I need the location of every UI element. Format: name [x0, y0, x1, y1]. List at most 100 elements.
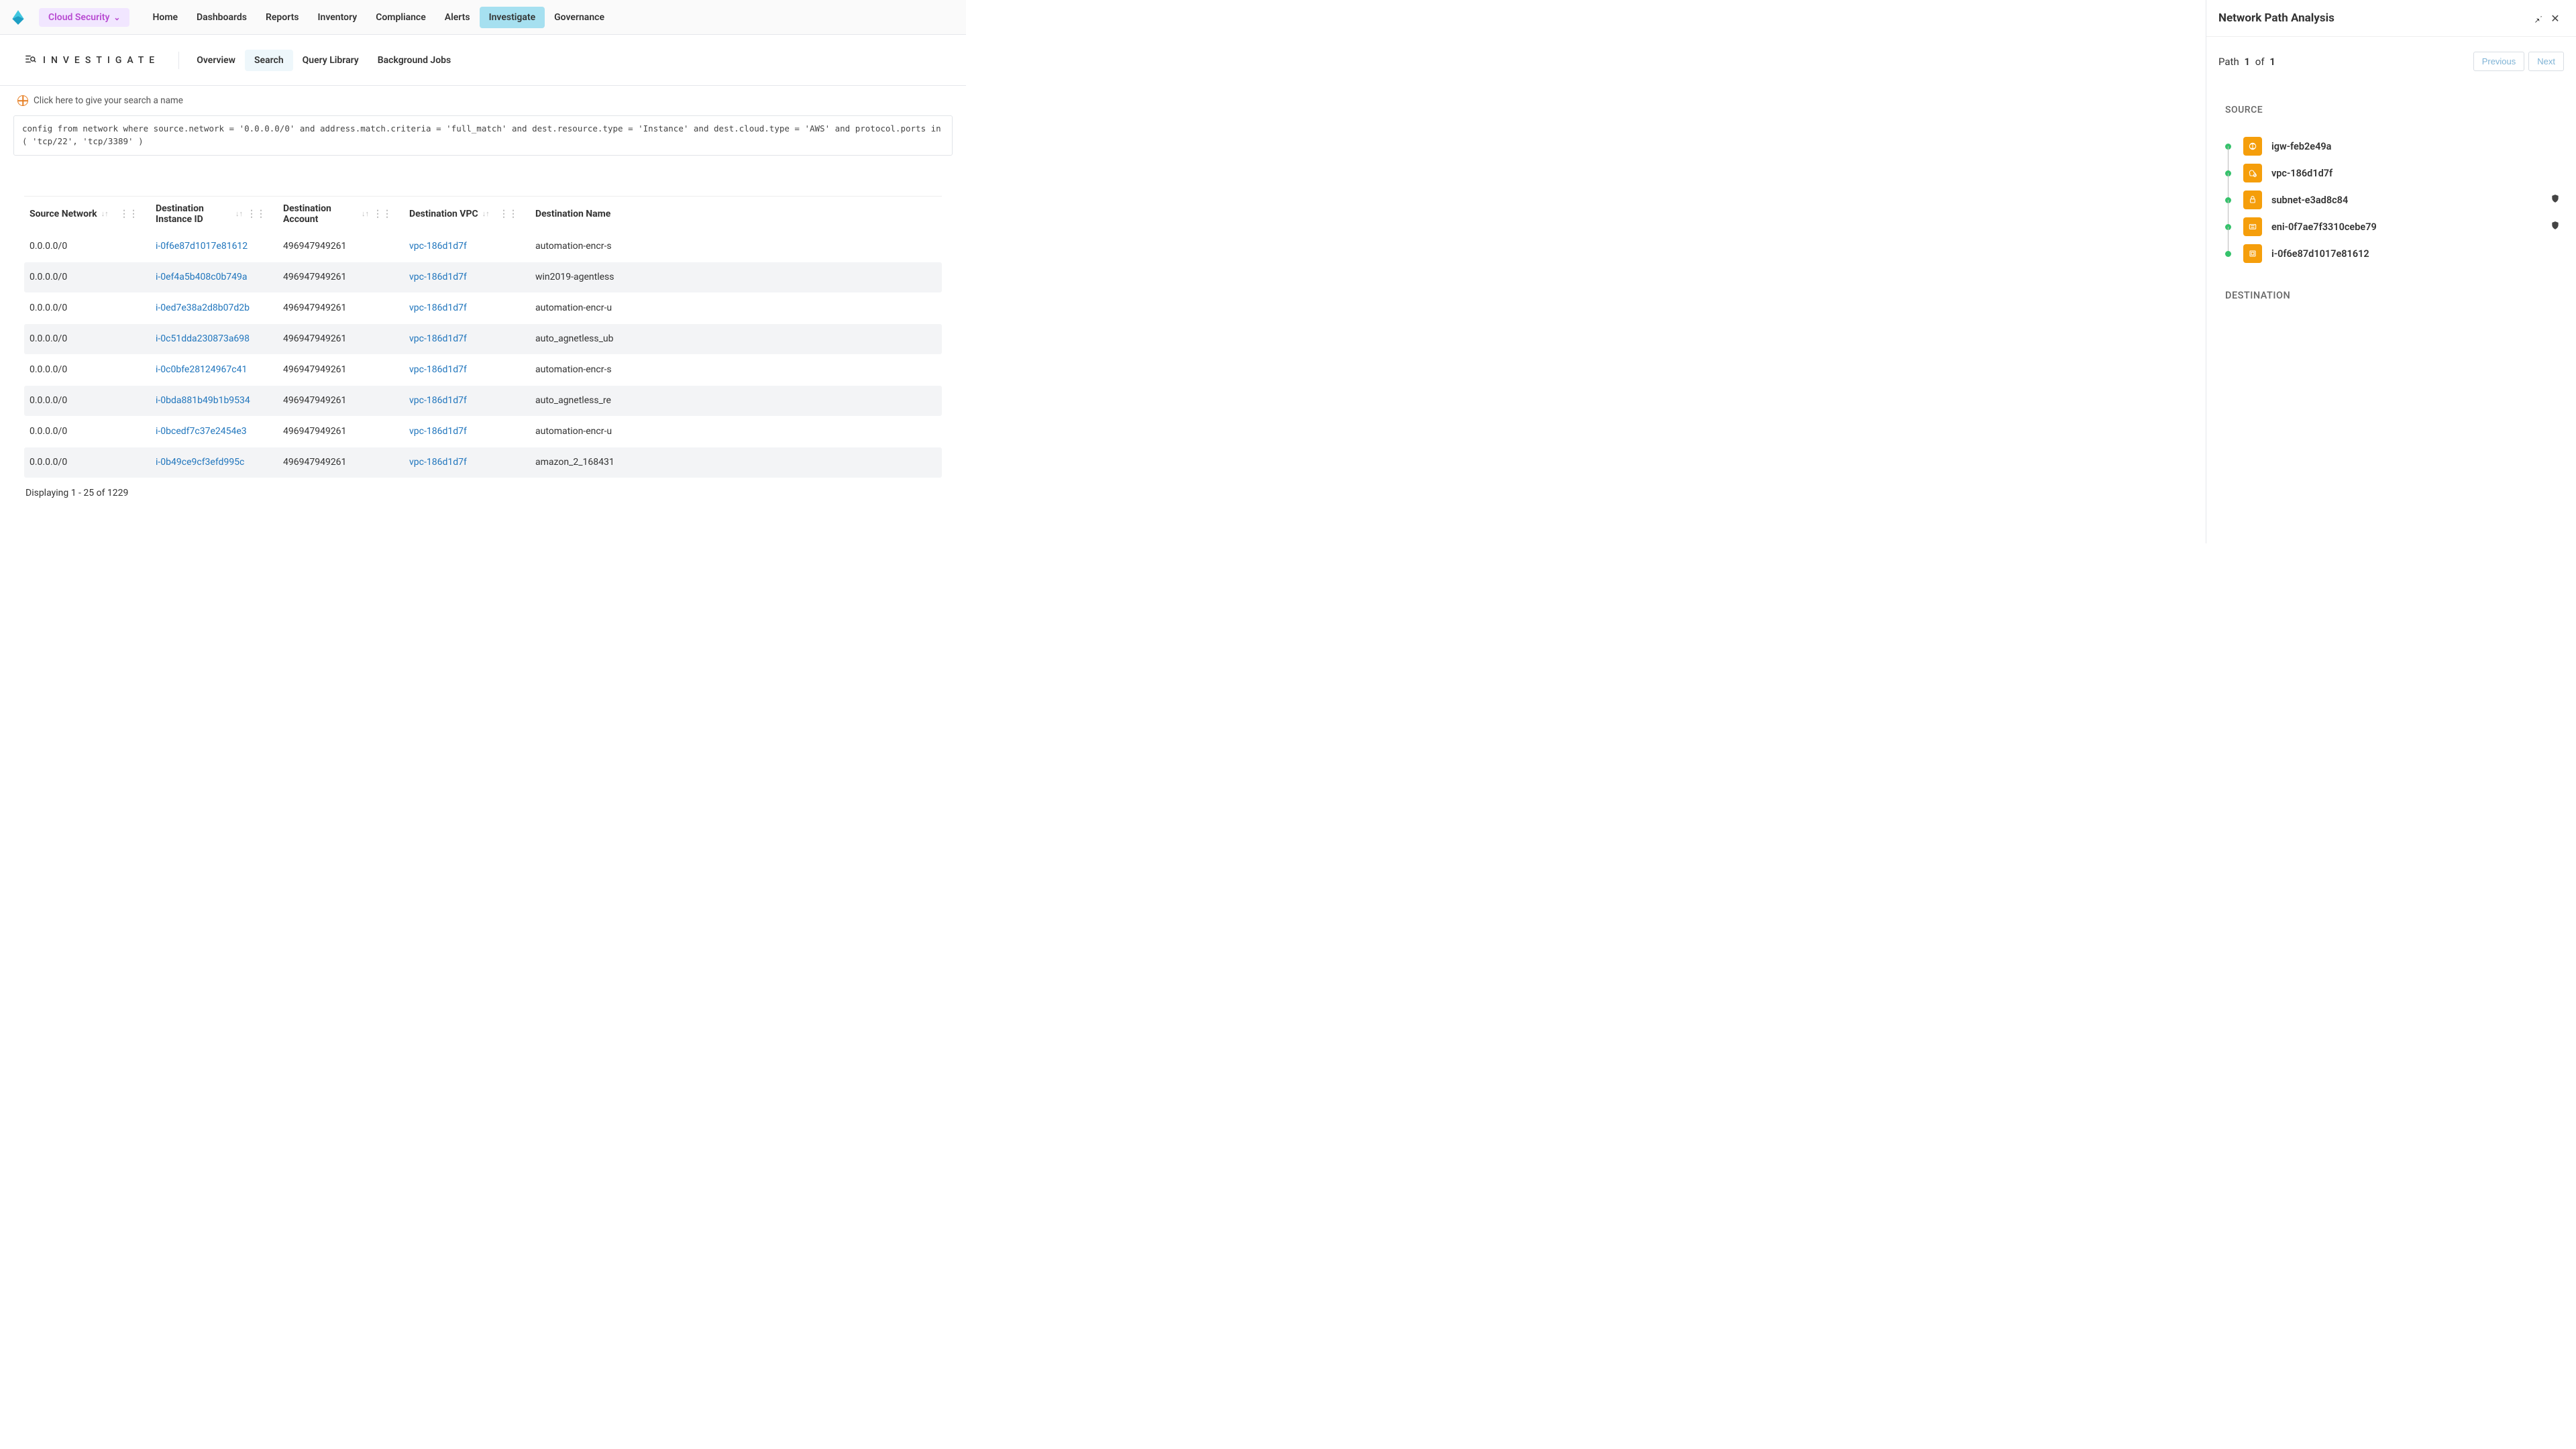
cell-source-network: 0.0.0.0/0 [24, 457, 150, 468]
nav-home[interactable]: Home [143, 7, 187, 28]
cell-source-network: 0.0.0.0/0 [24, 364, 150, 375]
resource-name: subnet-e3ad8c84 [2271, 195, 2545, 206]
nav-investigate[interactable]: Investigate [480, 7, 545, 28]
status-dot-icon [2225, 251, 2231, 257]
path-node[interactable]: igw-feb2e49a [2225, 133, 2560, 160]
eni-icon [2243, 217, 2262, 236]
drag-handle-icon[interactable]: ⋮⋮ [119, 209, 145, 219]
page-context: INVESTIGATE [24, 53, 160, 68]
cell-name: amazon_2_168431 [530, 457, 942, 468]
panel-title: Network Path Analysis [2218, 11, 2529, 25]
cell-instance-link[interactable]: i-0bda881b49b1b9534 [150, 395, 278, 406]
cell-instance-link[interactable]: i-0c0bfe28124967c41 [150, 364, 278, 375]
tab-query-library[interactable]: Query Library [293, 50, 368, 71]
path-controls: Path 1 of 1 Previous Next [2206, 37, 2576, 78]
cell-vpc-link[interactable]: vpc-186d1d7f [404, 241, 530, 252]
sub-header: INVESTIGATE OverviewSearchQuery LibraryB… [0, 35, 966, 86]
table-row[interactable]: 0.0.0.0/0i-0ed7e38a2d8b07d2b496947949261… [24, 293, 942, 323]
sort-icon: ↓↑ [101, 209, 109, 218]
resource-name: i-0f6e87d1017e81612 [2271, 248, 2560, 260]
sort-icon: ↓↑ [482, 209, 490, 218]
next-button[interactable]: Next [2528, 52, 2564, 71]
previous-button[interactable]: Previous [2473, 52, 2525, 71]
table-header: Source Network↓↑⋮⋮ Destination Instance … [24, 196, 942, 231]
table-row[interactable]: 0.0.0.0/0i-0b49ce9cf3efd995c496947949261… [24, 447, 942, 478]
cell-instance-link[interactable]: i-0f6e87d1017e81612 [150, 241, 278, 252]
top-nav: Cloud Security ⌄ HomeDashboardsReportsIn… [0, 0, 966, 35]
column-header-destination-account[interactable]: Destination Account↓↑⋮⋮ [278, 197, 404, 231]
destination-label: DESTINATION [2225, 290, 2560, 301]
nav-dashboards[interactable]: Dashboards [187, 7, 256, 28]
path-node[interactable]: eni-0f7ae7f3310cebe79 [2225, 213, 2560, 240]
table-row[interactable]: 0.0.0.0/0i-0f6e87d1017e81612496947949261… [24, 231, 942, 262]
nav-compliance[interactable]: Compliance [366, 7, 435, 28]
cell-name: automation-encr-u [530, 303, 942, 313]
nav-inventory[interactable]: Inventory [309, 7, 367, 28]
column-header-destination-name[interactable]: Destination Name [530, 202, 942, 226]
vpc-icon [2243, 164, 2262, 182]
tab-search[interactable]: Search [245, 50, 293, 71]
cell-source-network: 0.0.0.0/0 [24, 303, 150, 313]
product-switcher[interactable]: Cloud Security ⌄ [39, 8, 129, 27]
cell-account: 496947949261 [278, 395, 404, 406]
nav-reports[interactable]: Reports [256, 7, 309, 28]
path-counter: Path 1 of 1 [2218, 56, 2278, 68]
sort-icon: ↓↑ [235, 209, 243, 218]
nav-alerts[interactable]: Alerts [435, 7, 480, 28]
cell-source-network: 0.0.0.0/0 [24, 395, 150, 406]
resource-name: eni-0f7ae7f3310cebe79 [2271, 221, 2545, 233]
column-header-destination-instance[interactable]: Destination Instance ID↓↑⋮⋮ [150, 197, 278, 231]
cell-account: 496947949261 [278, 241, 404, 252]
path-node[interactable]: vpc-186d1d7f [2225, 160, 2560, 186]
cell-instance-link[interactable]: i-0c51dda230873a698 [150, 333, 278, 344]
path-node[interactable]: subnet-e3ad8c84 [2225, 186, 2560, 213]
cell-vpc-link[interactable]: vpc-186d1d7f [404, 457, 530, 468]
table-row[interactable]: 0.0.0.0/0i-0ef4a5b408c0b749a496947949261… [24, 262, 942, 292]
shield-icon [2551, 194, 2560, 206]
cell-instance-link[interactable]: i-0ef4a5b408c0b749a [150, 272, 278, 282]
drag-handle-icon[interactable]: ⋮⋮ [373, 209, 398, 219]
cell-name: automation-encr-s [530, 241, 942, 252]
cell-instance-link[interactable]: i-0ed7e38a2d8b07d2b [150, 303, 278, 313]
product-name: Cloud Security [48, 12, 109, 23]
cell-account: 496947949261 [278, 303, 404, 313]
pin-icon[interactable] [2529, 9, 2546, 27]
brand-logo [9, 9, 27, 26]
cell-vpc-link[interactable]: vpc-186d1d7f [404, 364, 530, 375]
cell-instance-link[interactable]: i-0b49ce9cf3efd995c [150, 457, 278, 468]
table-row[interactable]: 0.0.0.0/0i-0c51dda230873a698496947949261… [24, 324, 942, 354]
path-list: igw-feb2e49a vpc-186d1d7f subnet-e3ad8c84 e… [2225, 133, 2560, 267]
cell-vpc-link[interactable]: vpc-186d1d7f [404, 426, 530, 437]
globe-icon [17, 95, 28, 106]
cell-vpc-link[interactable]: vpc-186d1d7f [404, 333, 530, 344]
close-icon[interactable]: ✕ [2546, 9, 2564, 27]
cell-instance-link[interactable]: i-0bcedf7c37e2454e3 [150, 426, 278, 437]
cell-account: 496947949261 [278, 333, 404, 344]
shield-icon [2551, 221, 2560, 233]
cell-name: auto_agnetless_ub [530, 333, 942, 344]
cell-source-network: 0.0.0.0/0 [24, 241, 150, 252]
drag-handle-icon[interactable]: ⋮⋮ [247, 209, 272, 219]
resource-name: vpc-186d1d7f [2271, 168, 2560, 179]
instance-icon [2243, 244, 2262, 263]
tab-background-jobs[interactable]: Background Jobs [368, 50, 460, 71]
tab-overview[interactable]: Overview [187, 50, 245, 71]
search-name-row[interactable]: Click here to give your search a name [13, 86, 953, 115]
column-header-source-network[interactable]: Source Network↓↑⋮⋮ [24, 202, 150, 226]
results-table: Source Network↓↑⋮⋮ Destination Instance … [13, 196, 953, 478]
table-row[interactable]: 0.0.0.0/0i-0c0bfe28124967c41496947949261… [24, 355, 942, 385]
cell-name: auto_agnetless_re [530, 395, 942, 406]
query-input[interactable]: config from network where source.network… [13, 115, 953, 156]
table-row[interactable]: 0.0.0.0/0i-0bcedf7c37e2454e3496947949261… [24, 417, 942, 447]
cell-vpc-link[interactable]: vpc-186d1d7f [404, 395, 530, 406]
cell-source-network: 0.0.0.0/0 [24, 426, 150, 437]
column-header-destination-vpc[interactable]: Destination VPC↓↑⋮⋮ [404, 202, 530, 226]
divider [178, 52, 179, 69]
table-row[interactable]: 0.0.0.0/0i-0bda881b49b1b9534496947949261… [24, 386, 942, 416]
drag-handle-icon[interactable]: ⋮⋮ [499, 209, 525, 219]
cell-vpc-link[interactable]: vpc-186d1d7f [404, 303, 530, 313]
resource-name: igw-feb2e49a [2271, 141, 2560, 152]
nav-governance[interactable]: Governance [545, 7, 614, 28]
cell-vpc-link[interactable]: vpc-186d1d7f [404, 272, 530, 282]
path-node[interactable]: i-0f6e87d1017e81612 [2225, 240, 2560, 267]
